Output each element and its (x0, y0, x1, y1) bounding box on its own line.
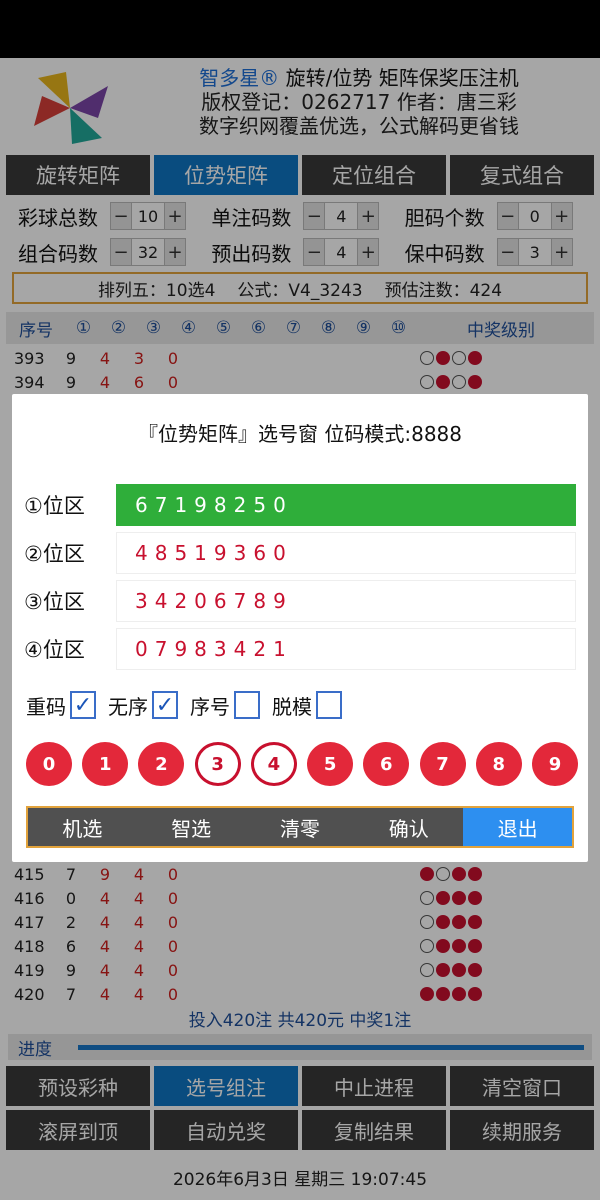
zone-input[interactable]: 67198250 (116, 484, 576, 526)
zone-input[interactable]: 34206789 (116, 580, 576, 622)
digit-ball-0[interactable]: 0 (26, 742, 72, 786)
checkbox[interactable]: ✓ (70, 691, 96, 719)
digit-ball-9[interactable]: 9 (531, 742, 578, 786)
option-checkboxes: 重码 ✓ 无序 ✓ 序号 脱模 (26, 688, 576, 722)
zone-input[interactable]: 07983421 (116, 628, 576, 670)
dialog-button[interactable]: 确认 (354, 808, 463, 846)
digit-ball-8[interactable]: 8 (475, 742, 522, 786)
digit-ball-6[interactable]: 6 (363, 742, 410, 786)
dialog-button[interactable]: 机选 (28, 808, 137, 846)
zone-row: ④位区 07983421 (24, 628, 576, 670)
digit-ball-4[interactable]: 4 (250, 742, 297, 786)
checkbox-label: 重码 (26, 694, 66, 719)
check-icon: ✓ (73, 692, 93, 718)
dialog-button-bar: 机选 智选 清零 确认 退出 (26, 806, 574, 848)
selection-dialog: 『位势矩阵』选号窗 位码模式:8888 ①位区 67198250 ②位区 485193… (12, 394, 588, 862)
zone-input[interactable]: 48519360 (116, 532, 576, 574)
zone-row: ③位区 34206789 (24, 580, 576, 622)
digit-ball-7[interactable]: 7 (419, 742, 466, 786)
dialog-button[interactable]: 智选 (137, 808, 246, 846)
dialog-button[interactable]: 退出 (463, 808, 572, 846)
zone-label: ③位区 (24, 590, 85, 614)
zone-label: ②位区 (24, 542, 85, 566)
zone-label: ④位区 (24, 638, 85, 662)
checkbox[interactable]: ✓ (152, 691, 178, 719)
zone-row: ①位区 67198250 (24, 484, 576, 526)
dialog-title: 『位势矩阵』选号窗 位码模式:8888 (138, 422, 462, 446)
digit-ball-5[interactable]: 5 (307, 742, 354, 786)
digit-ball-1[interactable]: 1 (82, 742, 129, 786)
check-icon: ✓ (155, 692, 175, 718)
dialog-button[interactable]: 清零 (246, 808, 355, 846)
status-bar (0, 0, 600, 58)
checkbox-label: 无序 (108, 694, 148, 719)
checkbox-label: 序号 (190, 694, 230, 719)
zone-label: ①位区 (24, 494, 85, 518)
checkbox[interactable] (316, 691, 342, 719)
digit-ball-2[interactable]: 2 (138, 742, 185, 786)
digit-ball-3[interactable]: 3 (194, 742, 241, 786)
checkbox[interactable] (234, 691, 260, 719)
app-root: 智多星® 旋转/位势 矩阵保奖压注机 版权登记：0262717 作者：唐三彩 数… (0, 0, 600, 1200)
digit-balls: 0123456789 (26, 742, 578, 786)
zone-row: ②位区 48519360 (24, 532, 576, 574)
checkbox-label: 脱模 (272, 694, 312, 719)
